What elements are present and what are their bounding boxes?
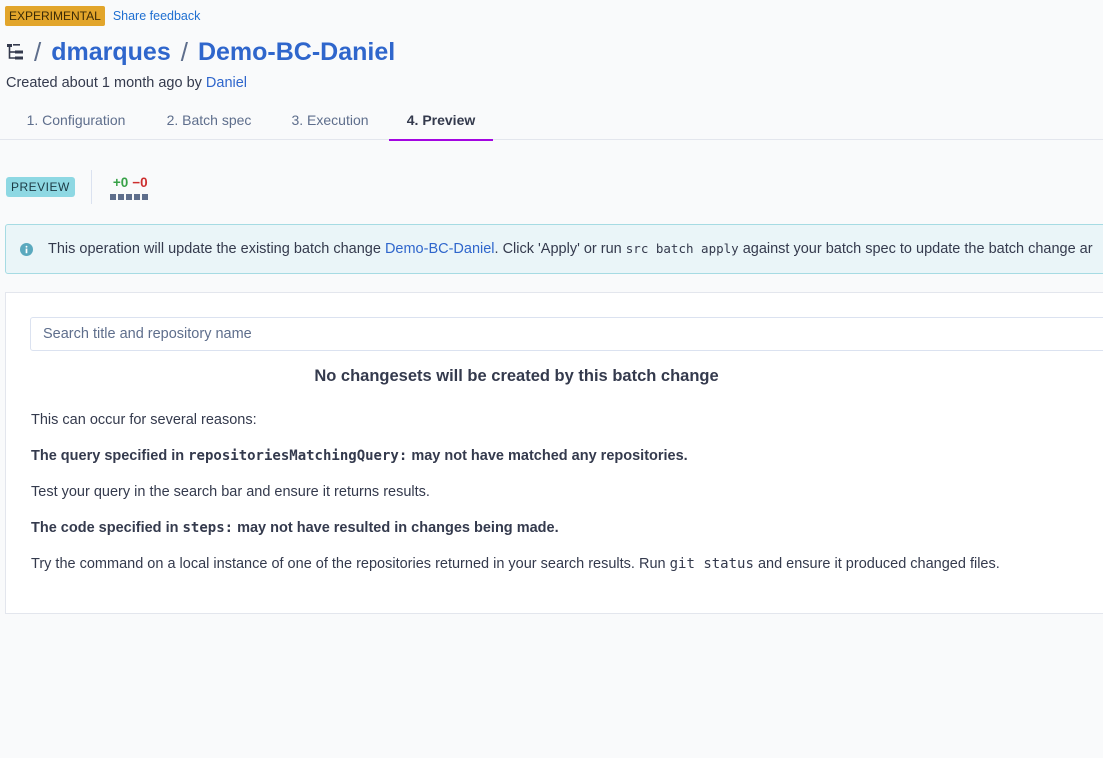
alert-text: against your batch spec to update the ba… — [742, 241, 1093, 257]
namespace-link[interactable]: dmarques — [51, 38, 170, 67]
reason-text: The code specified in — [31, 520, 179, 536]
reason-1-help: Test your query in the search bar and en… — [31, 484, 430, 500]
removed-count: −0 — [132, 175, 148, 190]
experimental-badge: EXPERIMENTAL — [5, 6, 105, 26]
share-feedback-link[interactable]: Share feedback — [113, 9, 201, 23]
reason-text: The query specified in — [31, 448, 185, 464]
diff-square — [133, 194, 140, 200]
alert-text: This operation will update the existing … — [48, 241, 381, 257]
diff-stat: +0 −0 — [109, 174, 148, 200]
tab-batch-spec[interactable]: 2. Batch spec — [155, 103, 263, 139]
preview-badge: PREVIEW — [6, 177, 75, 197]
created-info: Created about 1 month ago by Daniel — [6, 75, 247, 91]
tab-preview[interactable]: 4. Preview — [389, 103, 493, 141]
diff-square — [125, 194, 132, 200]
batch-changes-icon — [7, 44, 23, 60]
diff-square — [117, 194, 124, 200]
author-link[interactable]: Daniel — [206, 75, 247, 91]
alert-text: . Click 'Apply' or run — [494, 241, 622, 257]
reason-text: may not have matched any repositories. — [411, 448, 688, 464]
top-bar: EXPERIMENTAL Share feedback — [5, 6, 200, 26]
preview-summary: PREVIEW +0 −0 — [6, 170, 148, 204]
batch-change-link[interactable]: Demo-BC-Daniel — [385, 241, 495, 257]
git-status-code: git status — [669, 556, 754, 572]
reason-1: The query specified in repositoriesMatch… — [31, 448, 688, 464]
reason-code: steps: — [182, 520, 234, 536]
breadcrumb-separator: / — [180, 36, 188, 67]
changesets-panel: No changesets will be created by this ba… — [5, 292, 1103, 614]
tab-execution[interactable]: 3. Execution — [281, 103, 379, 139]
info-icon — [20, 242, 33, 256]
apply-command: src batch apply — [625, 241, 739, 256]
breadcrumb-separator: / — [34, 36, 42, 67]
search-input[interactable] — [30, 317, 1103, 351]
created-text: Created about 1 month ago by — [6, 75, 202, 91]
info-alert: This operation will update the existing … — [5, 224, 1103, 274]
reason-text: Try the command on a local instance of o… — [31, 556, 666, 572]
reason-2-help: Try the command on a local instance of o… — [31, 556, 1000, 572]
batch-change-name-link[interactable]: Demo-BC-Daniel — [198, 38, 395, 67]
reasons-intro: This can occur for several reasons: — [31, 412, 257, 428]
reason-text: may not have resulted in changes being m… — [237, 520, 559, 536]
divider — [90, 170, 92, 204]
alert-message: This operation will update the existing … — [48, 241, 1093, 257]
reason-2: The code specified in steps: may not hav… — [31, 520, 559, 536]
reason-text: and ensure it produced changed files. — [757, 556, 1000, 572]
tab-bar: 1. Configuration 2. Batch spec 3. Execut… — [0, 103, 1103, 141]
tab-configuration[interactable]: 1. Configuration — [17, 103, 135, 139]
page-title: / dmarques / Demo-BC-Daniel — [6, 36, 395, 68]
diff-square — [109, 194, 116, 200]
empty-state-heading: No changesets will be created by this ba… — [314, 367, 719, 385]
reason-code: repositoriesMatchingQuery: — [188, 448, 408, 464]
diff-stat-squares — [109, 194, 148, 200]
added-count: +0 — [112, 175, 129, 190]
diff-square — [141, 194, 148, 200]
